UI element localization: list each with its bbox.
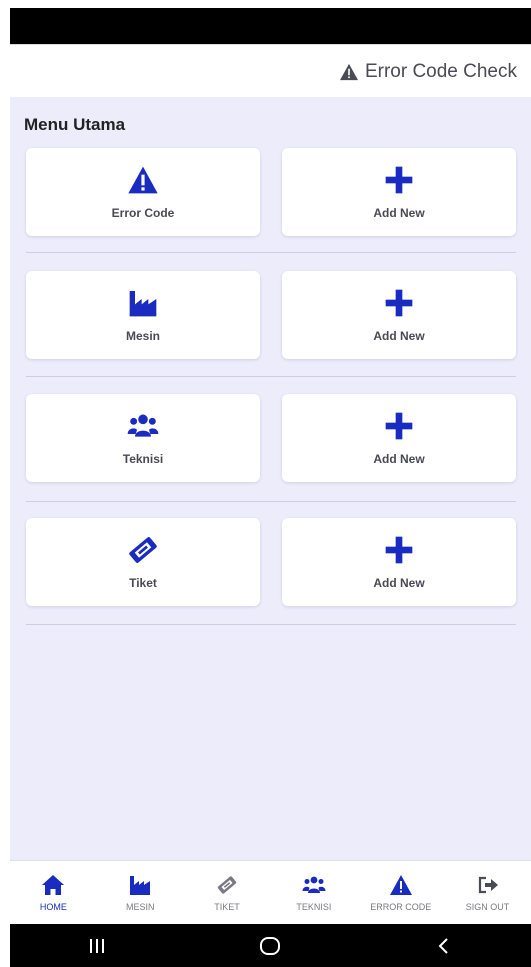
ticket-icon [217, 876, 237, 894]
nav-item-tiket[interactable]: TIKET [187, 874, 267, 912]
nav-label: TEKNISI [296, 902, 332, 912]
back-icon [438, 937, 448, 954]
menu-card-mesin[interactable]: Mesin [26, 271, 260, 359]
row-divider [26, 501, 516, 502]
menu-row-tiket: Tiket Add New [26, 518, 516, 608]
add-new-label: Add New [373, 452, 425, 466]
menu-card-label: Error Code [111, 206, 175, 220]
back-button[interactable] [414, 924, 474, 967]
row-divider [26, 252, 516, 253]
home-circle-icon [260, 936, 281, 955]
nav-label: TIKET [214, 902, 240, 912]
recents-icon [89, 938, 104, 953]
system-nav-bar [10, 924, 531, 967]
ticket-icon [129, 537, 157, 563]
app-bar: Error Code Check [10, 44, 531, 98]
warning-icon [339, 63, 358, 80]
nav-item-error-code[interactable]: ERROR CODE [361, 874, 441, 912]
row-divider [26, 376, 516, 377]
users-icon [302, 876, 326, 893]
bottom-nav: HOME MESIN TIKET TEKNISI ERROR CODE SIGN… [10, 860, 531, 925]
recents-button[interactable] [67, 924, 127, 967]
nav-item-home[interactable]: HOME [13, 874, 93, 912]
screen-frame [0, 0, 531, 8]
menu-row-teknisi: Teknisi Add New [26, 394, 516, 484]
nav-item-teknisi[interactable]: TEKNISI [274, 874, 354, 912]
plus-icon [385, 412, 413, 440]
home-icon [42, 875, 65, 895]
menu-row-error-code: Error Code Add New [26, 148, 516, 238]
status-bar [10, 8, 531, 44]
factory-icon [130, 876, 151, 895]
menu-card-tiket[interactable]: Tiket [26, 518, 260, 606]
menu-card-label: Mesin [125, 329, 160, 343]
add-new-label: Add New [373, 576, 425, 590]
plus-icon [385, 166, 413, 194]
plus-icon [385, 536, 413, 564]
menu-card-error-code[interactable]: Error Code [26, 148, 260, 236]
sign-out-icon [478, 876, 498, 894]
nav-label: MESIN [125, 902, 155, 912]
add-new-error-code-button[interactable]: Add New [282, 148, 516, 236]
nav-label: ERROR CODE [370, 902, 432, 912]
system-home-button[interactable] [240, 924, 300, 967]
row-divider [26, 624, 516, 625]
warning-icon [389, 875, 412, 895]
plus-icon [385, 289, 413, 317]
section-title: Menu Utama [24, 115, 126, 134]
warning-icon [128, 166, 158, 194]
nav-item-mesin[interactable]: MESIN [100, 874, 180, 912]
users-icon [127, 414, 159, 437]
add-new-mesin-button[interactable]: Add New [282, 271, 516, 359]
menu-card-label: Tiket [129, 576, 157, 590]
menu-card-label: Teknisi [122, 452, 164, 466]
app-bar-title: Error Code Check [364, 60, 517, 82]
nav-label: HOME [39, 902, 67, 912]
add-new-label: Add New [373, 329, 425, 343]
app-bar-title-group: Error Code Check [339, 61, 517, 83]
add-new-label: Add New [373, 206, 425, 220]
main-content: Menu Utama Error Code Add New Mesin Add … [10, 97, 531, 860]
nav-label: SIGN OUT [465, 902, 510, 912]
menu-card-teknisi[interactable]: Teknisi [26, 394, 260, 482]
add-new-teknisi-button[interactable]: Add New [282, 394, 516, 482]
menu-row-mesin: Mesin Add New [26, 271, 516, 361]
nav-item-sign-out[interactable]: SIGN OUT [448, 874, 528, 912]
add-new-tiket-button[interactable]: Add New [282, 518, 516, 606]
factory-icon [129, 291, 157, 317]
